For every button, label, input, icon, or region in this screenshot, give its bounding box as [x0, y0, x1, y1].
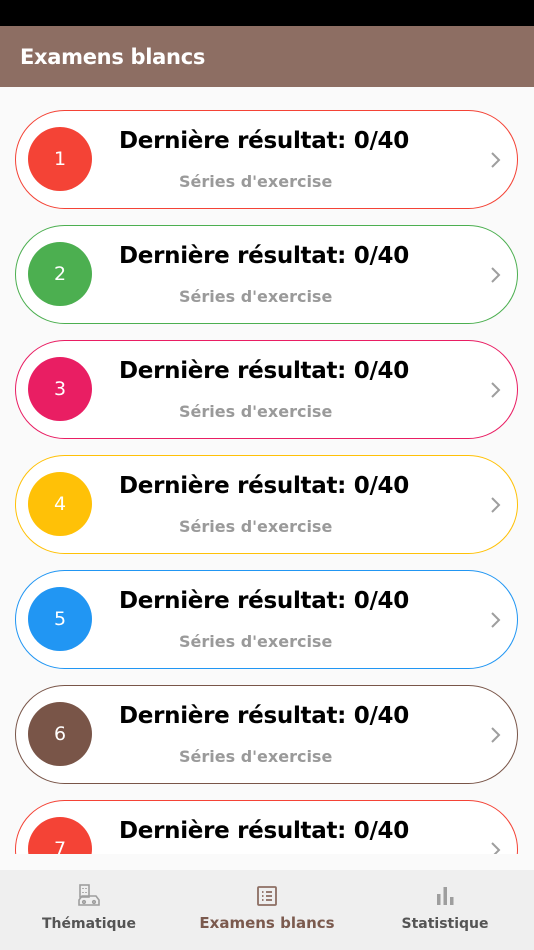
- exam-number-badge: 4: [28, 472, 92, 536]
- nav-item-thematique[interactable]: Thématique: [0, 870, 178, 950]
- chevron-right-icon: [491, 497, 501, 513]
- page-title: Examens blancs: [20, 44, 206, 69]
- series-subtitle: Séries d'exercise: [179, 747, 333, 766]
- nav-label-thematique: Thématique: [41, 916, 137, 932]
- nav-item-examens-blancs[interactable]: Examens blancs: [178, 870, 356, 950]
- bar-chart-icon: [437, 887, 454, 905]
- nav-label-examens-blancs: Examens blancs: [199, 914, 335, 932]
- exam-card-7[interactable]: 7Dernière résultat: 0/40Séries d'exercis…: [15, 800, 518, 854]
- exam-number-badge: 2: [28, 242, 92, 306]
- app-bar: Examens blancs: [0, 26, 534, 87]
- series-subtitle: Séries d'exercise: [179, 287, 333, 306]
- chevron-right-icon: [491, 382, 501, 398]
- chevron-right-icon: [491, 727, 501, 743]
- last-result-label: Dernière résultat: 0/40: [119, 818, 409, 844]
- last-result-label: Dernière résultat: 0/40: [119, 473, 409, 499]
- list-icon: [257, 886, 277, 906]
- last-result-label: Dernière résultat: 0/40: [119, 128, 409, 154]
- exam-card-2[interactable]: 2 Dernière résultat: 0/40 Séries d'exercis…: [15, 225, 518, 324]
- last-result-label: Dernière résultat: 0/40: [119, 243, 409, 269]
- exam-number-badge: 6: [28, 702, 92, 766]
- last-result-label: Dernière résultat: 0/40: [119, 358, 409, 384]
- series-subtitle: Séries d'exercise: [179, 517, 333, 536]
- exam-number-badge: 1: [28, 127, 92, 191]
- exam-card-3[interactable]: 3 Dernière résultat: 0/40 Séries d'exercis…: [15, 340, 518, 439]
- bottom-navigation: Thématique Examens blancs Statistique: [0, 870, 534, 950]
- exam-card-5[interactable]: 5 Dernière résultat: 0/40 Séries d'exercis…: [15, 570, 518, 669]
- series-subtitle: Séries d'exercise: [179, 632, 333, 651]
- exam-card-4[interactable]: 4 Dernière résultat: 0/40 Séries d'exercis…: [15, 455, 518, 554]
- exam-card-6[interactable]: 6 Dernière résultat: 0/40 Séries d'exercis…: [15, 685, 518, 784]
- chevron-right-icon: [491, 612, 501, 628]
- series-subtitle: Séries d'exercise: [179, 172, 333, 191]
- chevron-right-icon: [491, 842, 501, 854]
- series-subtitle: Séries d'exercise: [179, 402, 333, 421]
- nav-item-statistique[interactable]: Statistique: [356, 870, 534, 950]
- exam-list[interactable]: 1 Dernière résultat: 0/40 Séries d'exercis…: [0, 87, 534, 854]
- nav-label-statistique: Statistique: [401, 916, 489, 932]
- exam-number-badge: 5: [28, 587, 92, 651]
- last-result-label: Dernière résultat: 0/40: [119, 588, 409, 614]
- city-car-icon: [78, 884, 100, 906]
- status-bar: [0, 0, 534, 26]
- exam-number-badge: 7: [28, 817, 92, 854]
- chevron-right-icon: [491, 152, 501, 168]
- exam-card-1[interactable]: 1 Dernière résultat: 0/40 Séries d'exercis…: [15, 110, 518, 209]
- exam-number-badge: 3: [28, 357, 92, 421]
- chevron-right-icon: [491, 267, 501, 283]
- last-result-label: Dernière résultat: 0/40: [119, 703, 409, 729]
